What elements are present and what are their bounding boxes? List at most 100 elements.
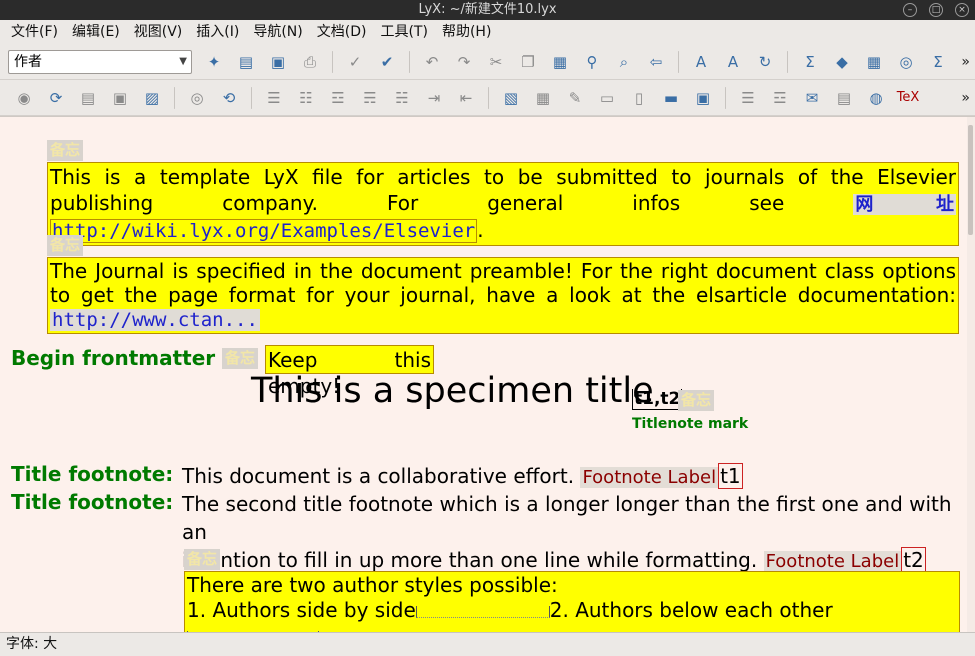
spellcheck-icon[interactable]: ✓	[344, 51, 366, 73]
new-file-icon[interactable]: ✦	[203, 51, 225, 73]
figure-icon[interactable]: ◆	[831, 51, 853, 73]
insert-box-icon[interactable]: ▣	[692, 87, 714, 109]
print-icon[interactable]: ⎙	[299, 51, 321, 73]
paste-icon[interactable]: ▦	[549, 51, 571, 73]
outdent-icon[interactable]: ⇤	[455, 87, 477, 109]
description-icon[interactable]: ☲	[327, 87, 349, 109]
title-footnote-label: Title footnote:	[11, 462, 174, 486]
document-title[interactable]: This is a specimen title	[251, 371, 654, 411]
url-link[interactable]: http://wiki.lyx.org/Examples/Elsevier	[50, 219, 478, 244]
menu-document[interactable]: 文档(D)	[310, 20, 374, 44]
toolbar-overflow-icon[interactable]: »	[961, 54, 970, 70]
scrollbar-thumb[interactable]	[968, 125, 973, 235]
url-link[interactable]: http://www.ctan...	[50, 309, 260, 331]
footnote-label[interactable]: Footnote Label	[763, 551, 902, 572]
menu-bar: 文件(F) 编辑(E) 视图(V) 插入(I) 导航(N) 文档(D) 工具(T…	[0, 20, 975, 44]
enumerate-icon[interactable]: ☴	[359, 87, 381, 109]
title-footnote-label: Title footnote:	[11, 490, 174, 514]
minimize-icon[interactable]: –	[903, 3, 917, 17]
toolbar-secondary: ◉ ⟳ ▤ ▣ ▨ ◎ ⟲ ☰ ☷ ☲ ☴ ☵ ⇥ ⇤ ▧ ▦ ✎ ▭ ▯ ▬ …	[0, 80, 975, 116]
update-icon[interactable]: ⟳	[45, 87, 67, 109]
math-icon[interactable]: Σ	[799, 51, 821, 73]
vertical-scrollbar[interactable]	[967, 117, 975, 632]
find-icon[interactable]: ⚲	[581, 51, 603, 73]
note-icon[interactable]: ✉	[801, 87, 823, 109]
note-label[interactable]: 备忘	[47, 235, 84, 256]
note-box[interactable]: The Journal is specified in the document…	[47, 257, 959, 334]
paragraph-style-select[interactable]: 作者 ▼	[8, 49, 192, 74]
text-style-icon[interactable]: A	[690, 51, 712, 73]
chevron-down-icon: ▼	[179, 55, 187, 67]
tex-icon[interactable]: TeX	[897, 87, 920, 109]
attach-icon[interactable]: ✎	[564, 87, 586, 109]
insert-table-icon[interactable]: ▦	[532, 87, 554, 109]
toolbar-separator	[251, 86, 252, 109]
export-icon[interactable]: ▨	[141, 87, 163, 109]
spellcheck-continuous-icon[interactable]: ✔	[376, 51, 398, 73]
view-master-icon[interactable]: ▤	[77, 87, 99, 109]
redo-icon[interactable]: ↷	[453, 51, 475, 73]
outline-icon[interactable]: ☵	[391, 87, 413, 109]
navigate-back-icon[interactable]: ⇦	[645, 51, 667, 73]
toc-icon[interactable]: ☰	[737, 87, 759, 109]
list-icon[interactable]: ☰	[263, 87, 285, 109]
menu-insert[interactable]: 插入(I)	[189, 20, 246, 44]
insert-cite-icon[interactable]: ▯	[628, 87, 650, 109]
view-icon[interactable]: ◉	[13, 87, 35, 109]
insert-box2-icon[interactable]: ☲	[769, 87, 791, 109]
footnote-ref[interactable]: t1	[718, 463, 743, 489]
compass-icon[interactable]: ◎	[895, 51, 917, 73]
menu-navigate[interactable]: 导航(N)	[246, 20, 309, 44]
note-box[interactable]: There are two author styles possible: 1.…	[184, 571, 960, 632]
status-text: 字体: 大	[6, 636, 58, 652]
toolbar-separator	[488, 86, 489, 109]
undo-icon[interactable]: ↶	[421, 51, 443, 73]
title-footnote-text[interactable]: This document is a collaborative effort.…	[182, 462, 743, 492]
sigma-icon[interactable]: Σ	[927, 51, 949, 73]
titlenote-mark[interactable]: t1,t2	[632, 389, 683, 410]
web-label[interactable]: 网址	[853, 194, 957, 216]
indent-icon[interactable]: ⇥	[423, 87, 445, 109]
note-label[interactable]: 备忘	[222, 348, 259, 369]
change-tracking-icon[interactable]: ↻	[754, 51, 776, 73]
note-label[interactable]: 备忘	[47, 140, 84, 161]
menu-edit[interactable]: 编辑(E)	[65, 20, 127, 44]
web-icon[interactable]: ◍	[865, 87, 887, 109]
window-titlebar: LyX: ~/新建文件10.lyx – □ ×	[0, 0, 975, 20]
menu-file[interactable]: 文件(F)	[4, 20, 65, 44]
status-bar: 字体: 大	[0, 632, 975, 656]
update-other-icon[interactable]: ⟲	[218, 87, 240, 109]
maximize-icon[interactable]: □	[929, 3, 943, 17]
open-icon[interactable]: ▤	[235, 51, 257, 73]
footnote-label[interactable]: Footnote Label	[580, 467, 719, 488]
numbered-list-icon[interactable]: ☷	[295, 87, 317, 109]
font-icon[interactable]: A	[722, 51, 744, 73]
footnote-ref[interactable]: t2	[901, 547, 926, 573]
insert-label-icon[interactable]: ▬	[660, 87, 682, 109]
copy-icon[interactable]: ❐	[517, 51, 539, 73]
save-icon[interactable]: ▣	[267, 51, 289, 73]
toolbar-separator	[332, 50, 333, 73]
insert-ref-icon[interactable]: ▭	[596, 87, 618, 109]
menu-tools[interactable]: 工具(T)	[373, 20, 434, 44]
cut-icon[interactable]: ✂	[485, 51, 507, 73]
keep-empty-note[interactable]: Keep this empty!	[265, 345, 434, 398]
note-label[interactable]: 备忘	[184, 549, 221, 570]
note-text: .	[477, 218, 484, 243]
menu-help[interactable]: 帮助(H)	[435, 20, 498, 44]
document-editor[interactable]: 备忘 This is a template LyX file for artic…	[0, 116, 975, 632]
find-replace-icon[interactable]: ⌕	[613, 51, 635, 73]
toolbar-main: 作者 ▼ ✦ ▤ ▣ ⎙ ✓ ✔ ↶ ↷ ✂ ❐ ▦ ⚲ ⌕ ⇦ A A ↻ Σ…	[0, 44, 975, 80]
table-icon[interactable]: ▦	[863, 51, 885, 73]
note-box[interactable]: This is a template LyX file for articles…	[47, 162, 959, 247]
toolbar-overflow-icon[interactable]: »	[961, 90, 970, 106]
title-footnote-text[interactable]: The second title footnote which is a lon…	[182, 490, 962, 576]
close-icon[interactable]: ×	[955, 3, 969, 17]
ert-icon[interactable]: ▤	[833, 87, 855, 109]
menu-view[interactable]: 视图(V)	[127, 20, 190, 44]
view-other-icon[interactable]: ◎	[186, 87, 208, 109]
insert-graphics-icon[interactable]: ▧	[500, 87, 522, 109]
note-label[interactable]: 备忘	[678, 390, 715, 411]
titlenote-caption: Titlenote mark	[632, 416, 749, 432]
update-master-icon[interactable]: ▣	[109, 87, 131, 109]
